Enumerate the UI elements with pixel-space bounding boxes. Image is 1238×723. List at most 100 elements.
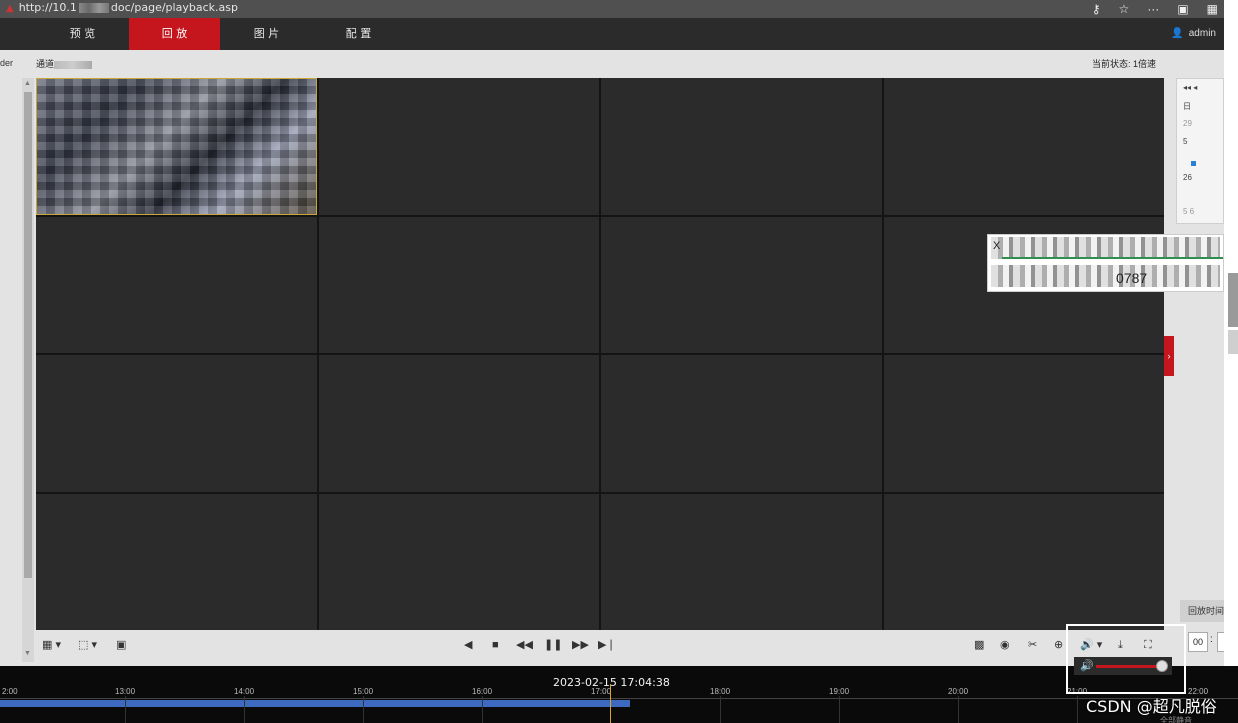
video-window-16[interactable] [883,493,1164,630]
recording-segment[interactable] [0,700,631,707]
scrollbar-thumb[interactable] [24,92,32,578]
window-select-icon[interactable]: ⬚ ▾ [78,638,97,652]
close-all-windows-icon[interactable]: ▣ [116,638,126,652]
channel-label: 通道 [36,57,93,70]
layout-grid-icon[interactable]: ▦ ▾ [42,638,61,652]
record-clip-icon[interactable]: ▩ [974,638,984,652]
time-tick: 13:00 [115,687,136,696]
video-window-15[interactable] [601,493,882,630]
hour-input[interactable]: 00 [1188,632,1208,652]
redacted-channel-name [54,60,93,69]
url-suffix: doc/page/playback.asp [110,1,238,14]
main-navigation: 预 览 回 放 图 片 配 置 👤 admin [0,18,1224,50]
scissors-icon[interactable]: ✂ [1028,638,1037,652]
camera-capture-icon[interactable]: ◉ [1000,638,1010,652]
timeline-axis [0,698,1238,699]
tab-configuration[interactable]: 配 置 [313,18,404,50]
time-tick: 18:00 [710,687,731,696]
stop-icon[interactable]: ■ [492,638,499,652]
left-panel-label: der [0,58,14,68]
timeline-gridline [482,696,483,723]
user-menu[interactable]: 👤 admin [1171,18,1216,50]
video-window-10[interactable] [318,355,599,492]
scroll-up-icon[interactable]: ▲ [24,80,31,87]
left-scrollbar[interactable]: ▲ ▼ [22,78,34,662]
more-icon[interactable]: ··· [1147,0,1159,18]
video-window-5[interactable] [36,216,317,353]
playback-toolbar: ▦ ▾ ⬚ ▾ ▣ ◀ ■ ◀◀ ❚❚ ▶▶ ▶❘ ▩ ◉ ✂ ⊕ 🔊 ▾ ⤓ … [36,632,1164,660]
frame-forward-icon[interactable]: ▶❘ [598,638,616,652]
extension-icon[interactable]: ▣ [1177,0,1188,18]
timeline[interactable]: 2:00 13:00 14:00 15:00 16:00 17:00 18:00… [0,666,1238,723]
tab-picture[interactable]: 图 片 [221,18,312,50]
video-window-6[interactable] [318,216,599,353]
channel-prefix: 通道 [36,59,55,69]
timeline-gridline [363,696,364,723]
highlight-box [1066,624,1186,694]
apps-grid-icon[interactable]: ▦ [1207,0,1218,18]
insecure-lock-icon: ▲ [6,3,14,14]
tab-playback[interactable]: 回 放 [129,18,220,50]
video-window-1[interactable] [36,78,317,215]
url-field[interactable]: ▲ http://10.1 doc/page/playback.asp [6,0,238,17]
video-window-11[interactable] [601,355,882,492]
calendar-prev-icon[interactable]: ◂◂ ◂ [1183,83,1197,92]
fast-forward-icon[interactable]: ▶▶ [572,638,589,652]
video-window-7[interactable] [601,216,882,353]
calendar-day[interactable]: 29 [1183,119,1192,128]
calendar-day[interactable]: 5 6 [1183,207,1194,216]
calendar-weekday: 日 [1183,102,1191,111]
video-window-14[interactable] [318,493,599,630]
timeline-gridline [720,696,721,723]
popup-text: 0787 [1116,270,1148,286]
current-datetime: 2023-02-15 17:04:38 [553,676,670,689]
play-reverse-icon[interactable]: ◀ [464,638,472,652]
calendar-day[interactable]: 26 [1183,173,1192,182]
video-window-4[interactable] [883,78,1164,215]
video-window-12[interactable] [883,355,1164,492]
mute-all-label[interactable]: 全部静音 [1160,715,1192,723]
pixelated-popup: X 0787 [987,234,1224,292]
time-tick: 19:00 [829,687,850,696]
username: admin [1188,28,1216,39]
timeline-gridline [1077,696,1078,723]
pause-icon[interactable]: ❚❚ [544,638,562,652]
timeline-gridline [244,696,245,723]
minute-input[interactable] [1217,632,1224,652]
time-tick: 2:00 [2,687,18,696]
video-window-9[interactable] [36,355,317,492]
calendar-panel: ◂◂ ◂ 日 29 5 26 5 6 [1176,78,1224,224]
video-grid [36,78,1164,630]
video-window-3[interactable] [601,78,882,215]
scroll-down-icon[interactable]: ▼ [24,650,31,657]
time-tick: 14:00 [234,687,255,696]
pixelated-row [991,265,1220,287]
star-icon[interactable]: ☆ [1119,0,1130,18]
tab-preview[interactable]: 预 览 [37,18,128,50]
video-window-2[interactable] [318,78,599,215]
record-day-marker [1191,159,1196,168]
time-tick: 15:00 [353,687,374,696]
pixelated-video-frame [37,79,316,214]
popup-separator [1002,257,1223,259]
slow-down-icon[interactable]: ◀◀ [516,638,533,652]
redacted-url-segment [78,3,109,13]
playback-time-tab[interactable]: 回放时间 [1180,600,1224,622]
time-tick: 20:00 [948,687,969,696]
time-tick: 16:00 [472,687,493,696]
timeline-gridline [839,696,840,723]
calendar-day[interactable]: 5 [1183,137,1187,146]
browser-address-bar: ▲ http://10.1 doc/page/playback.asp ⚷ ☆ ··… [0,0,1224,18]
video-window-13[interactable] [36,493,317,630]
timeline-cursor[interactable] [610,684,611,723]
url-prefix: http://10.1 [18,1,77,14]
pixelated-row [991,237,1220,259]
expand-panel-button[interactable]: › [1164,336,1174,376]
timeline-gridline [958,696,959,723]
timeline-gridline [125,696,126,723]
playback-status: 当前状态: 1倍速 [1092,59,1157,69]
popup-letter: X [993,240,1001,252]
zoom-icon[interactable]: ⊕ [1054,638,1063,652]
side-strip [1228,273,1238,327]
key-icon[interactable]: ⚷ [1092,0,1101,18]
